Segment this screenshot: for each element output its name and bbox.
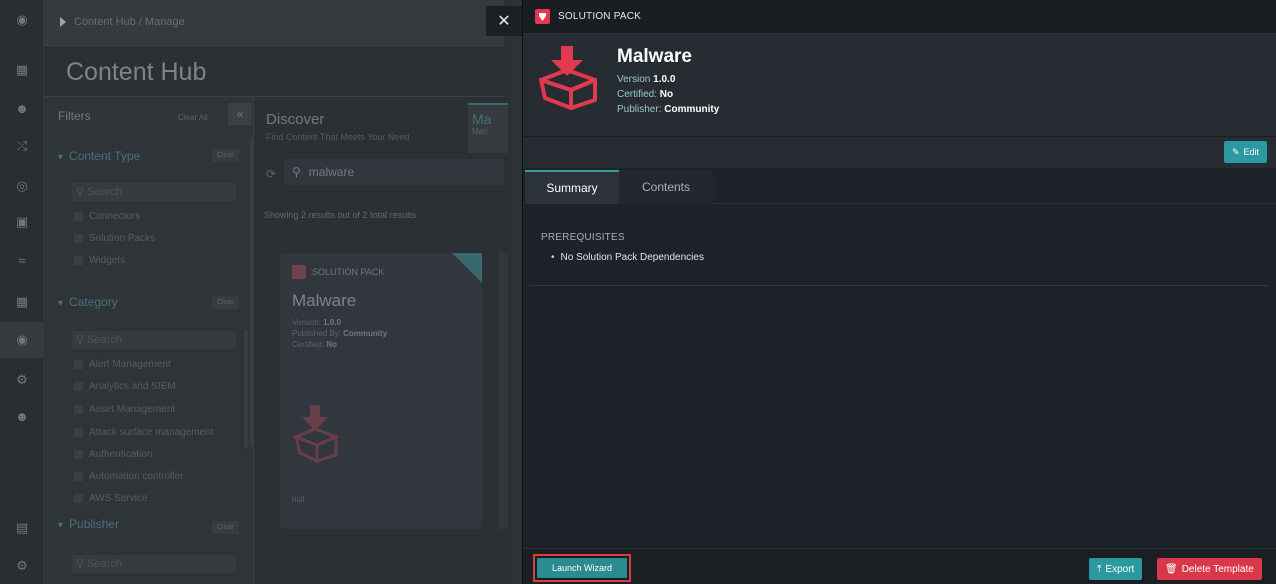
drawer-type-label: SOLUTION PACK <box>558 11 641 22</box>
divider <box>529 285 1269 286</box>
prerequisite-item: No Solution Pack Dependencies <box>551 252 704 263</box>
pack-publisher: Publisher: Community <box>617 104 719 115</box>
launch-wizard-highlight: Launch Wizard <box>533 554 631 582</box>
version-label: Version <box>617 74 654 85</box>
export-button[interactable]: ⤒ Export <box>1089 558 1143 580</box>
pack-summary: Malware Version 1.0.0 Certified: No Publ… <box>523 34 1276 136</box>
launch-wizard-button[interactable]: Launch Wizard <box>537 558 627 578</box>
pack-version: Version 1.0.0 <box>617 74 675 85</box>
solution-pack-icon <box>535 9 550 24</box>
tab-summary[interactable]: Summary <box>525 170 619 204</box>
prerequisites-heading: PREREQUISITES <box>541 232 625 243</box>
drawer-footer: Launch Wizard ⤒ Export 🗑 Delete Template <box>523 548 1276 584</box>
trash-icon: 🗑 <box>1165 563 1178 575</box>
close-icon[interactable]: ✕ <box>486 6 522 36</box>
edit-button[interactable]: ✎ Edit <box>1223 141 1267 163</box>
pack-certified: Certified: No <box>617 89 673 100</box>
edit-icon: ✎ <box>1231 146 1240 157</box>
drawer-header: SOLUTION PACK <box>523 0 1276 34</box>
action-bar: ✎ Edit <box>523 136 1276 168</box>
pack-name: Malware <box>617 46 692 67</box>
tab-contents[interactable]: Contents <box>619 170 713 204</box>
export-icon: ⤒ <box>1097 563 1102 575</box>
delete-template-button[interactable]: 🗑 Delete Template <box>1157 558 1262 580</box>
edit-label: Edit <box>1243 147 1259 157</box>
certified-label: Certified: <box>617 89 660 100</box>
drawer-tabs: Summary Contents <box>523 170 1276 204</box>
publisher-value: Community <box>664 104 720 115</box>
export-label: Export <box>1105 563 1135 575</box>
certified-value: No <box>659 89 674 100</box>
detail-drawer: SOLUTION PACK Malware Version 1.0.0 Cert… <box>522 0 1276 584</box>
delete-label: Delete Template <box>1181 563 1254 575</box>
screen: ◉ ▦ ☻ ⤮ ◎ ▣ ≈ ▦ ◉ ⚙ ☻ ▤ ⚙ Content Hub / … <box>0 0 1276 584</box>
overlay[interactable] <box>0 0 510 584</box>
publisher-label: Publisher: <box>617 104 665 115</box>
box-download-icon <box>533 42 605 117</box>
version-value: 1.0.0 <box>653 74 676 85</box>
